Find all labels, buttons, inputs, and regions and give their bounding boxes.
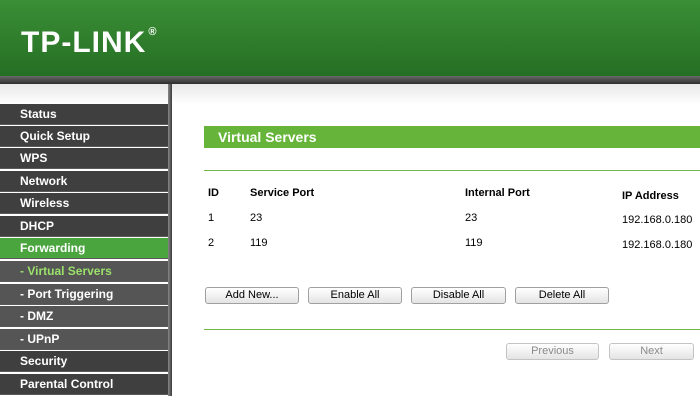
sidebar-item-forwarding[interactable]: Forwarding	[0, 238, 168, 259]
column-header-id: ID	[208, 187, 219, 199]
sidebar-item-dmz[interactable]: - DMZ	[0, 306, 168, 327]
cell-id: 1	[208, 212, 215, 224]
title-divider	[204, 170, 700, 171]
sidebar-item-wps[interactable]: WPS	[0, 148, 168, 169]
sidebar-menu: Status Quick Setup WPS Network Wireless …	[0, 104, 168, 396]
sidebar-item-security[interactable]: Security	[0, 351, 168, 372]
sidebar-item-port-triggering[interactable]: - Port Triggering	[0, 284, 168, 305]
sidebar-item-quick-setup[interactable]: Quick Setup	[0, 126, 168, 147]
page-title: Virtual Servers	[218, 129, 317, 145]
sidebar-item-network[interactable]: Network	[0, 171, 168, 192]
registered-mark: ®	[148, 26, 158, 38]
cell-id: 2	[208, 237, 215, 249]
bottom-divider	[204, 329, 700, 330]
cell-internal-port: 23	[465, 212, 478, 224]
sidebar-item-upnp[interactable]: - UPnP	[0, 329, 168, 350]
cell-service-port: 119	[250, 237, 268, 249]
cell-service-port: 23	[250, 212, 263, 224]
tp-link-logo: TP-LINK ®	[21, 26, 157, 60]
header: TP-LINK ®	[0, 0, 700, 76]
delete-all-button[interactable]: Delete All	[515, 287, 609, 304]
cell-internal-port: 119	[465, 237, 483, 249]
sidebar-item-status[interactable]: Status	[0, 104, 168, 125]
sidebar-item-parental-control[interactable]: Parental Control	[0, 374, 168, 395]
add-new-button[interactable]: Add New...	[205, 287, 299, 304]
page-title-bar: Virtual Servers	[204, 126, 700, 148]
cell-ip-address: 192.168.0.180	[622, 239, 693, 251]
disable-all-button[interactable]: Disable All	[411, 287, 506, 304]
sidebar-item-virtual-servers[interactable]: - Virtual Servers	[0, 261, 168, 282]
column-header-ip-address: IP Address	[622, 190, 679, 202]
cell-ip-address: 192.168.0.180	[622, 214, 693, 226]
header-strip	[0, 84, 700, 104]
sidebar-item-dhcp[interactable]: DHCP	[0, 216, 168, 237]
next-button[interactable]: Next	[609, 343, 694, 360]
enable-all-button[interactable]: Enable All	[308, 287, 402, 304]
column-header-internal-port: Internal Port	[465, 187, 530, 199]
brand-name: TP-LINK	[21, 26, 147, 59]
column-header-service-port: Service Port	[250, 187, 315, 199]
sidebar-divider	[168, 84, 172, 396]
header-shadow	[0, 76, 700, 84]
sidebar-item-wireless[interactable]: Wireless	[0, 193, 168, 214]
previous-button[interactable]: Previous	[506, 343, 599, 360]
